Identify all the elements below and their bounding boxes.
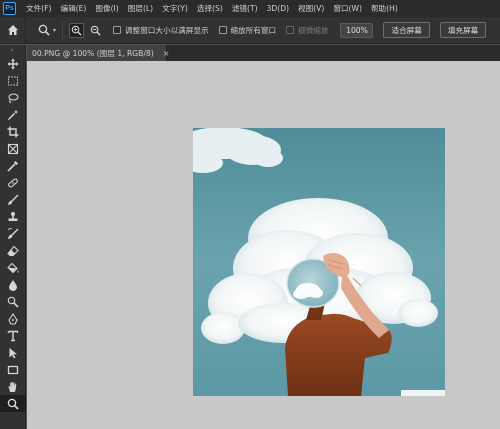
history-brush-tool-icon: [7, 227, 19, 239]
menu-edit[interactable]: 编辑(E): [60, 3, 86, 14]
move-tool[interactable]: [0, 55, 26, 72]
document-canvas[interactable]: [193, 128, 445, 396]
menu-image[interactable]: 图像(I): [95, 3, 118, 14]
checkbox-box: [218, 26, 227, 34]
menu-view[interactable]: 视图(V): [298, 3, 324, 14]
path-selection-tool-icon: [9, 347, 17, 358]
dodge-tool-icon: [7, 296, 19, 308]
rectangle-tool[interactable]: [0, 361, 26, 378]
magic-wand-tool-icon: [7, 109, 19, 120]
paint-bucket-tool-icon: [7, 262, 19, 273]
menu-type[interactable]: 文字(Y): [162, 3, 188, 14]
zoom-icon: [38, 24, 50, 36]
eraser-tool-icon: [7, 245, 19, 256]
scrubby-zoom-checkbox[interactable]: 细微缩放: [286, 25, 328, 36]
divider: [62, 20, 64, 40]
checkbox-box: [113, 26, 122, 34]
zoom-tool-icon: [7, 398, 19, 410]
marquee-tool-icon: [8, 76, 18, 85]
menu-bar: Ps 文件(F) 编辑(E) 图像(I) 图层(L) 文字(Y) 选择(S) 滤…: [0, 0, 500, 17]
brush-tool[interactable]: [0, 191, 26, 208]
zoom-out-button[interactable]: [88, 23, 103, 38]
menu-3d[interactable]: 3D(D): [267, 4, 289, 13]
healing-brush-tool[interactable]: [0, 174, 26, 191]
tool-preset-picker[interactable]: ▾: [38, 24, 56, 36]
crop-tool[interactable]: [0, 123, 26, 140]
zoom-all-windows-label: 缩放所有窗口: [230, 25, 277, 35]
menu-file[interactable]: 文件(F): [26, 3, 51, 14]
zoom-in-icon: [71, 25, 82, 36]
fill-screen-button[interactable]: 填充屏幕: [439, 22, 487, 38]
magic-wand-tool[interactable]: [0, 106, 26, 123]
fit-screen-button[interactable]: 适合屏幕: [383, 22, 430, 38]
close-icon[interactable]: ×: [163, 49, 170, 58]
clone-stamp-tool-icon: [8, 211, 18, 221]
panel-grip[interactable]: »: [0, 45, 25, 55]
eyedropper-tool-icon: [7, 160, 18, 171]
menu-filter[interactable]: 滤镜(T): [232, 3, 258, 14]
canvas-photo: [193, 128, 445, 396]
zoom-all-windows-checkbox[interactable]: 缩放所有窗口: [218, 25, 277, 36]
marquee-tool[interactable]: [0, 72, 26, 89]
history-brush-tool[interactable]: [0, 225, 26, 242]
document-tab-bar: 00.PNG @ 100% (图层 1, RGB/8) ×: [27, 45, 500, 61]
frame-tool[interactable]: [0, 140, 26, 157]
resize-windows-label: 调整窗口大小以满屏显示: [125, 25, 209, 35]
dodge-tool[interactable]: [0, 293, 26, 310]
blur-tool-icon: [9, 279, 17, 291]
type-tool-icon: [7, 330, 19, 341]
pen-tool[interactable]: [0, 310, 26, 327]
move-tool-icon: [7, 58, 19, 69]
healing-brush-tool-icon: [8, 178, 18, 187]
hand-tool-icon: [8, 381, 17, 392]
brush-tool-icon: [8, 194, 19, 205]
clone-stamp-tool[interactable]: [0, 208, 26, 225]
menu-help[interactable]: 帮助(H): [371, 3, 398, 14]
path-selection-tool[interactable]: [0, 344, 26, 361]
zoom-tool[interactable]: [0, 395, 26, 412]
scrubby-zoom-label: 细微缩放: [298, 25, 329, 35]
zoom-out-icon: [90, 25, 101, 36]
document-tab[interactable]: 00.PNG @ 100% (图层 1, RGB/8) ×: [27, 45, 170, 61]
chevron-down-icon: ▾: [53, 26, 57, 34]
zoom-in-button[interactable]: [69, 22, 85, 38]
home-icon: [7, 25, 18, 35]
home-button[interactable]: [0, 16, 26, 44]
zoom-percent-button[interactable]: 100%: [340, 22, 374, 38]
lasso-tool-icon: [8, 92, 19, 103]
rectangle-tool-icon: [7, 365, 19, 374]
lasso-tool[interactable]: [0, 89, 26, 106]
pen-tool-icon: [8, 312, 18, 325]
hand-tool[interactable]: [0, 378, 26, 395]
checkbox-box: [286, 26, 295, 34]
eyedropper-tool[interactable]: [0, 157, 26, 174]
type-tool[interactable]: [0, 327, 26, 344]
options-bar: ▾ 调整窗口大小以满屏显示 缩放所有窗口 细微缩放 100% 适合屏幕 填充屏幕: [0, 16, 500, 44]
menu-layer[interactable]: 图层(L): [128, 3, 153, 14]
paint-bucket-tool[interactable]: [0, 259, 26, 276]
resize-windows-checkbox[interactable]: 调整窗口大小以满屏显示: [113, 25, 209, 36]
menu-select[interactable]: 选择(S): [197, 3, 223, 14]
photoshop-logo: Ps: [3, 2, 16, 15]
menu-window[interactable]: 窗口(W): [333, 3, 362, 14]
frame-tool-icon: [7, 143, 19, 154]
crop-tool-icon: [7, 126, 19, 137]
blur-tool[interactable]: [0, 276, 26, 293]
document-tab-title: 00.PNG @ 100% (图层 1, RGB/8): [32, 48, 154, 58]
canvas-area[interactable]: [27, 61, 500, 429]
tools-panel: »: [0, 45, 26, 429]
eraser-tool[interactable]: [0, 242, 26, 259]
